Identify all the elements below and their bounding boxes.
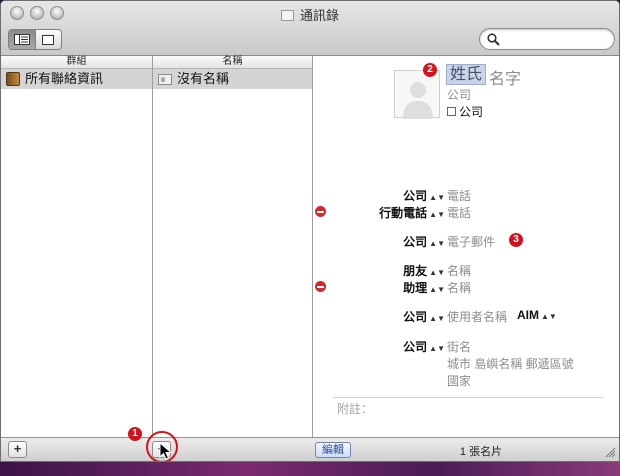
updown-arrows-icon: ▲▼ xyxy=(541,312,557,321)
updown-arrows-icon: ▲▼ xyxy=(429,239,445,248)
group-item-label: 所有聯絡資訊 xyxy=(25,71,104,86)
document-icon xyxy=(280,10,294,21)
related-label-assistant-text: 助理 xyxy=(403,281,428,295)
phone-label-mobile[interactable]: 行動電話 ▲▼ xyxy=(379,204,445,221)
company-checkbox[interactable] xyxy=(447,107,456,116)
company-field[interactable]: 公司 xyxy=(447,86,471,103)
phone-label-work-text: 公司 xyxy=(403,189,428,203)
mouse-pointer-icon xyxy=(159,442,173,460)
contact-card-detail: 2 姓氏 名字 公司 公司 公司 ▲▼ 電話 行動電話 ▲▼ 電話 公司 ▲▼ 電子郵… xyxy=(313,56,619,437)
column-view-icon xyxy=(13,34,30,45)
phone-field-work[interactable]: 電話 xyxy=(447,187,471,204)
window-title: 通訊錄 xyxy=(1,5,619,24)
im-service-popup[interactable]: AIM ▲▼ xyxy=(517,308,557,322)
groups-list: 所有聯絡資訊 xyxy=(1,69,152,437)
add-group-button[interactable]: + xyxy=(8,441,27,458)
related-field-assistant[interactable]: 名稱 xyxy=(447,279,471,296)
address-country-field[interactable]: 國家 xyxy=(447,372,471,389)
address-label-text: 公司 xyxy=(403,340,428,354)
updown-arrows-icon: ▲▼ xyxy=(429,285,445,294)
bottom-toolbar: + 1 + 編輯 1 張名片 xyxy=(1,427,619,461)
note-field[interactable]: 附註： xyxy=(337,400,373,417)
contact-photo[interactable] xyxy=(394,70,440,119)
company-checkbox-label: 公司 xyxy=(459,105,484,119)
email-label[interactable]: 公司 ▲▼ xyxy=(403,233,445,250)
email-field[interactable]: 電子郵件 xyxy=(447,233,495,250)
contact-card-icon xyxy=(158,73,172,85)
address-city-line[interactable]: 城市 島嶼名稱 郵遞區號 xyxy=(447,355,574,372)
phone-label-mobile-text: 行動電話 xyxy=(379,206,428,220)
im-label-text: 公司 xyxy=(403,310,428,324)
edit-button[interactable]: 編輯 xyxy=(315,442,351,458)
resize-grip-icon[interactable] xyxy=(605,447,616,458)
card-view-icon xyxy=(42,34,55,45)
names-list: 沒有名稱 xyxy=(153,69,312,437)
updown-arrows-icon: ▲▼ xyxy=(429,210,445,219)
callout-badge-1: 1 xyxy=(128,427,142,441)
delete-field-icon[interactable] xyxy=(315,206,326,217)
name-item-no-name[interactable]: 沒有名稱 xyxy=(153,69,312,89)
delete-field-icon[interactable] xyxy=(315,281,326,292)
note-divider xyxy=(333,397,603,398)
updown-arrows-icon: ▲▼ xyxy=(429,314,445,323)
email-label-text: 公司 xyxy=(403,235,428,249)
names-column-header[interactable]: 名稱 xyxy=(153,56,312,69)
search-icon xyxy=(487,33,500,46)
person-silhouette-icon xyxy=(403,82,433,119)
related-field-friend[interactable]: 名稱 xyxy=(447,262,471,279)
address-book-icon xyxy=(6,72,20,86)
updown-arrows-icon: ▲▼ xyxy=(429,268,445,277)
updown-arrows-icon: ▲▼ xyxy=(429,193,445,202)
groups-column-header[interactable]: 群組 xyxy=(1,56,152,69)
group-item-all-contacts[interactable]: 所有聯絡資訊 xyxy=(1,69,152,89)
im-label[interactable]: 公司 ▲▼ xyxy=(403,308,445,325)
name-item-label: 沒有名稱 xyxy=(177,71,230,86)
address-street-field[interactable]: 街名 xyxy=(447,338,471,355)
desktop-background xyxy=(0,462,620,476)
title-bar: 通訊錄 xyxy=(1,1,619,56)
related-label-friend[interactable]: 朋友 ▲▼ xyxy=(403,262,445,279)
search-field[interactable] xyxy=(479,28,615,50)
phone-field-mobile[interactable]: 電話 xyxy=(447,204,471,221)
related-label-friend-text: 朋友 xyxy=(403,264,428,278)
im-username-field[interactable]: 使用者名稱 xyxy=(447,308,507,325)
company-checkbox-row[interactable]: 公司 xyxy=(447,103,483,120)
phone-label-work[interactable]: 公司 ▲▼ xyxy=(403,187,445,204)
card-count: 1 張名片 xyxy=(459,446,503,458)
last-name-field[interactable]: 姓氏 xyxy=(446,64,487,85)
view-card-button[interactable] xyxy=(34,30,62,49)
address-book-window: 通訊錄 群組 名稱 所有聯絡資訊 沒有名稱 2 姓氏 名字 公司 公司 公司 ▲… xyxy=(0,0,620,462)
window-title-text: 通訊錄 xyxy=(299,8,339,23)
updown-arrows-icon: ▲▼ xyxy=(429,344,445,353)
related-label-assistant[interactable]: 助理 ▲▼ xyxy=(403,279,445,296)
callout-badge-3: 3 xyxy=(509,233,523,247)
address-label[interactable]: 公司 ▲▼ xyxy=(403,338,445,355)
view-columns-button[interactable] xyxy=(9,30,35,49)
first-name-field[interactable]: 名字 xyxy=(489,65,521,89)
view-mode-control xyxy=(8,29,62,50)
callout-badge-2: 2 xyxy=(423,63,437,77)
im-service-text: AIM xyxy=(517,308,539,322)
